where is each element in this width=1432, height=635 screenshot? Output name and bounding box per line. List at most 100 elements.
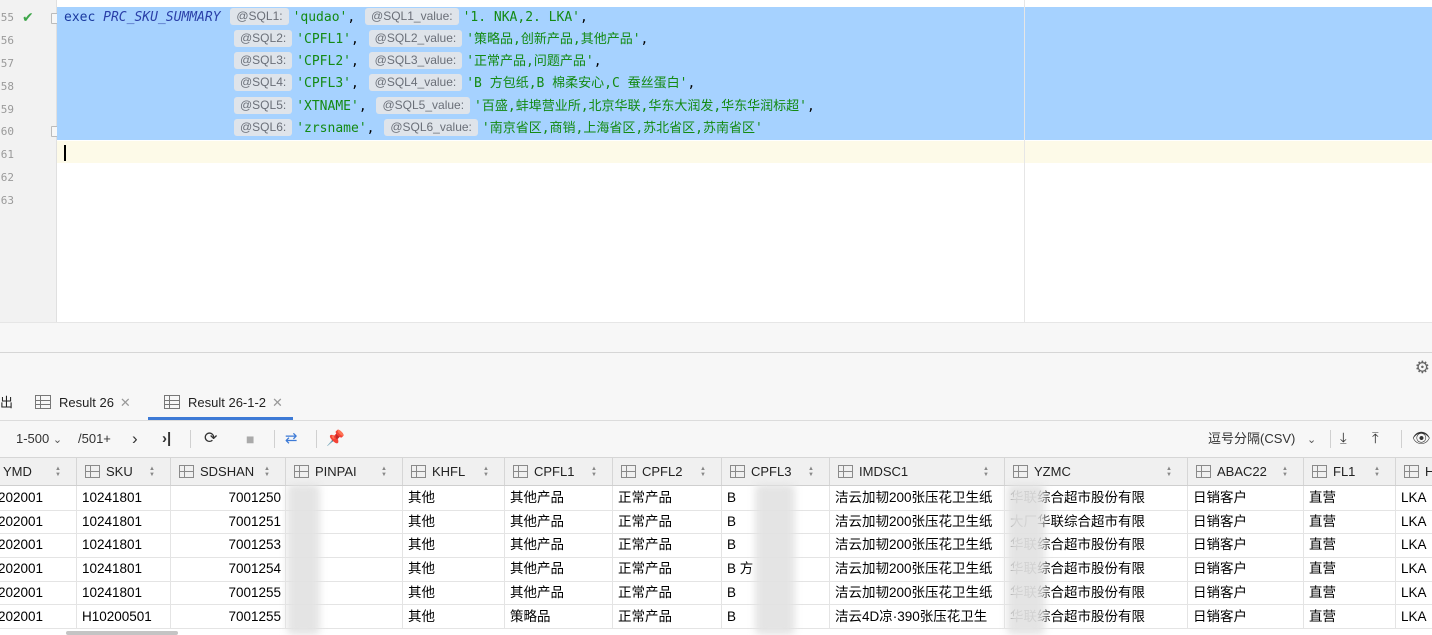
table-cell[interactable]: 策略品 [505, 604, 613, 628]
table-cell[interactable]: 10241801 [77, 509, 171, 534]
sort-icon[interactable]: ▲▼ [472, 466, 499, 478]
table-cell[interactable]: LKA [1396, 486, 1432, 510]
table-cell[interactable]: 正常产品 [613, 604, 722, 628]
sql-editor[interactable]: 55 56 57 58 59 60 61 62 63 ✔ exec PRC_SK… [0, 0, 1432, 322]
sort-icon[interactable]: ▲▼ [689, 466, 716, 478]
table-cell[interactable]: 日销客户 [1188, 509, 1304, 534]
table-cell[interactable]: 直营 [1304, 509, 1396, 534]
table-cell[interactable]: 其他产品 [505, 557, 613, 581]
table-cell[interactable]: 直营 [1304, 604, 1396, 628]
column-header-fl1[interactable]: FL1 ▲▼ [1304, 458, 1396, 485]
refresh-icon[interactable]: ⟳ [204, 421, 217, 457]
sort-icon[interactable]: ▲▼ [44, 466, 71, 478]
table-cell[interactable]: 日销客户 [1188, 604, 1304, 628]
code-line[interactable]: @SQL2: 'CPFL1', @SQL2_value: '策略品,创新产品,其他产… [232, 29, 648, 51]
export-format-dropdown[interactable]: 逗号分隔(CSV) ⌄ [1208, 421, 1316, 457]
pin-icon[interactable]: 📌 [326, 421, 345, 457]
table-cell[interactable]: 洁云加韧200张压花卫生纸 [830, 486, 1005, 510]
table-cell[interactable]: 洁云4D凉·390张压花卫生 [830, 604, 1005, 628]
table-cell[interactable]: 10241801 [77, 486, 171, 510]
column-header-yzmc[interactable]: YZMC ▲▼ [1005, 458, 1188, 485]
sort-icon[interactable]: ▲▼ [797, 466, 824, 478]
table-cell[interactable]: 7001255 [171, 580, 286, 605]
table-cell[interactable]: 10241801 [77, 580, 171, 605]
table-cell[interactable]: 7001250 [171, 486, 286, 510]
column-header-sdshan[interactable]: SDSHAN ▲▼ [171, 458, 286, 485]
code-line[interactable]: @SQL5: 'XTNAME', @SQL5_value: '百盛,蚌埠营业所,北京… [232, 96, 815, 118]
table-cell[interactable]: 其他 [403, 604, 505, 628]
table-cell[interactable]: 洁云加韧200张压花卫生纸 [830, 533, 1005, 557]
upload-icon[interactable]: ⤒ [1372, 421, 1379, 457]
table-cell[interactable]: 日销客户 [1188, 557, 1304, 581]
table-cell[interactable]: 正常产品 [613, 580, 722, 605]
column-header-cpfl1[interactable]: CPFL1 ▲▼ [505, 458, 613, 485]
table-cell[interactable]: 正常产品 [613, 509, 722, 534]
tab-result-26[interactable]: Result 26 ✕ [35, 385, 131, 420]
sort-icon[interactable]: ▲▼ [1363, 466, 1390, 478]
column-header-cpfl3[interactable]: CPFL3 ▲▼ [722, 458, 830, 485]
table-row[interactable]: 202001 10241801 7001253 其他 其他产品 正常产品 B 洁云加韧200张… [0, 533, 1432, 558]
table-cell[interactable]: 直营 [1304, 486, 1396, 510]
horizontal-scrollbar[interactable] [66, 631, 178, 635]
result-grid[interactable]: YMD ▲▼ SKU ▲▼ SDSHAN ▲▼ PINPAI ▲▼ KHFL ▲▼ CPFL1 ▲▼ C… [0, 458, 1432, 635]
table-cell[interactable]: LKA [1396, 605, 1432, 629]
table-cell[interactable]: 其他产品 [505, 580, 613, 605]
table-cell[interactable]: LKA [1396, 510, 1432, 534]
table-cell[interactable]: 洁云加韧200张压花卫生纸 [830, 580, 1005, 605]
table-cell[interactable]: 202001 [0, 486, 77, 510]
transpose-icon[interactable]: ⇄ [285, 421, 298, 457]
table-cell[interactable]: 直营 [1304, 557, 1396, 581]
code-line[interactable]: @SQL4: 'CPFL3', @SQL4_value: 'B 方包纸,B 棉柔安心… [232, 73, 695, 95]
column-header-cpfl2[interactable]: CPFL2 ▲▼ [613, 458, 722, 485]
code-line[interactable]: @SQL6:'zrsname', @SQL6_value: '南京省区,商销,上海… [232, 118, 763, 140]
table-cell[interactable]: 10241801 [77, 557, 171, 581]
stop-icon[interactable]: ■ [246, 421, 254, 457]
table-cell[interactable]: LKA [1396, 533, 1432, 557]
sort-icon[interactable]: ▲▼ [580, 466, 607, 478]
tab-result-26-1-2[interactable]: Result 26-1-2 ✕ [148, 385, 293, 420]
gear-icon[interactable]: ⚙ [1415, 358, 1430, 378]
table-cell[interactable]: 202001 [0, 533, 77, 557]
table-cell[interactable]: 正常产品 [613, 557, 722, 581]
close-icon[interactable]: ✕ [120, 395, 131, 410]
table-cell[interactable]: 其他 [403, 533, 505, 557]
table-cell[interactable]: 202001 [0, 509, 77, 534]
code-line[interactable]: exec PRC_SKU_SUMMARY @SQL1:'qudao', @SQL… [64, 7, 588, 29]
table-cell[interactable]: 其他产品 [505, 486, 613, 510]
table-cell[interactable]: 洁云加韧200张压花卫生纸 [830, 509, 1005, 534]
sort-icon[interactable]: ▲▼ [138, 466, 165, 478]
table-cell[interactable]: 其他 [403, 509, 505, 534]
sort-icon[interactable]: ▲▼ [1155, 466, 1182, 478]
sort-icon[interactable]: ▲▼ [253, 466, 280, 478]
eye-icon[interactable]: 👁 [1412, 421, 1431, 457]
column-header-abac22[interactable]: ABAC22 ▲▼ [1188, 458, 1304, 485]
sort-icon[interactable]: ▲▼ [1271, 466, 1298, 478]
table-cell[interactable]: 日销客户 [1188, 486, 1304, 510]
tab-output[interactable]: 出 [0, 385, 13, 420]
table-cell[interactable]: H10200501 [77, 604, 171, 628]
close-icon[interactable]: ✕ [272, 395, 283, 410]
table-cell[interactable]: 7001253 [171, 533, 286, 557]
table-cell[interactable]: 其他 [403, 557, 505, 581]
sort-icon[interactable]: ▲▼ [370, 466, 397, 478]
table-cell[interactable]: 洁云加韧200张压花卫生纸 [830, 557, 1005, 581]
table-row[interactable]: 202001 H10200501 7001255 其他 策略品 正常产品 B 洁云4D凉·39… [0, 604, 1432, 629]
table-cell[interactable]: 202001 [0, 604, 77, 628]
last-page-icon[interactable]: ›| [162, 421, 171, 457]
table-cell[interactable]: 其他产品 [505, 509, 613, 534]
table-cell[interactable]: 日销客户 [1188, 580, 1304, 605]
download-icon[interactable]: ⤓ [1340, 421, 1347, 457]
table-cell[interactable]: 其他 [403, 486, 505, 510]
column-header-imdsc1[interactable]: IMDSC1 ▲▼ [830, 458, 1005, 485]
table-cell[interactable]: 直营 [1304, 533, 1396, 557]
column-header-ymd[interactable]: YMD ▲▼ [0, 458, 77, 485]
next-page-icon[interactable]: › [132, 421, 138, 457]
column-header-pinpai[interactable]: PINPAI ▲▼ [286, 458, 403, 485]
column-header-khfl[interactable]: KHFL ▲▼ [403, 458, 505, 485]
table-cell[interactable]: 202001 [0, 580, 77, 605]
table-cell[interactable]: 10241801 [77, 533, 171, 557]
table-cell[interactable]: 正常产品 [613, 533, 722, 557]
page-range-dropdown[interactable]: 1-500 ⌄ [16, 421, 62, 457]
table-cell[interactable]: 202001 [0, 557, 77, 581]
table-cell[interactable]: 其他产品 [505, 533, 613, 557]
